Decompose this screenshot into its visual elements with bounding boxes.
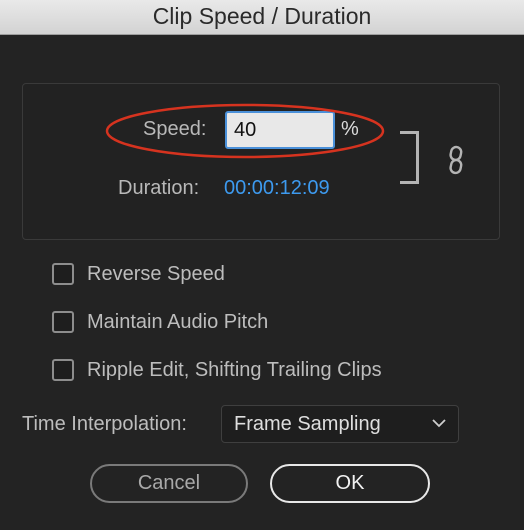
speed-duration-group bbox=[22, 83, 500, 240]
duration-value[interactable]: 00:00:12:09 bbox=[224, 177, 330, 200]
duration-label: Duration: bbox=[118, 177, 200, 199]
time-interpolation-select[interactable]: Frame Sampling bbox=[221, 405, 459, 443]
reverse-speed-label: Reverse Speed bbox=[87, 263, 225, 285]
ripple-edit-label: Ripple Edit, Shifting Trailing Clips bbox=[87, 359, 382, 381]
window-title[interactable]: Clip Speed / Duration bbox=[0, 0, 524, 35]
speed-label: Speed: bbox=[143, 118, 207, 140]
maintain-audio-pitch-checkbox[interactable] bbox=[52, 311, 74, 333]
clip-speed-duration-dialog: Clip Speed / Duration Speed: % Duration:… bbox=[0, 0, 524, 530]
link-bracket bbox=[400, 131, 419, 184]
chain-link-icon[interactable] bbox=[445, 145, 467, 175]
reverse-speed-checkbox[interactable] bbox=[52, 263, 74, 285]
chevron-down-icon bbox=[432, 419, 446, 428]
ripple-edit-checkbox[interactable] bbox=[52, 359, 74, 381]
cancel-button[interactable]: Cancel bbox=[90, 464, 248, 503]
percent-unit: % bbox=[341, 118, 359, 140]
maintain-audio-pitch-label: Maintain Audio Pitch bbox=[87, 311, 269, 333]
time-interpolation-label: Time Interpolation: bbox=[22, 413, 187, 435]
ok-button[interactable]: OK bbox=[270, 464, 430, 503]
speed-input[interactable] bbox=[225, 111, 335, 149]
time-interpolation-value: Frame Sampling bbox=[234, 413, 381, 435]
